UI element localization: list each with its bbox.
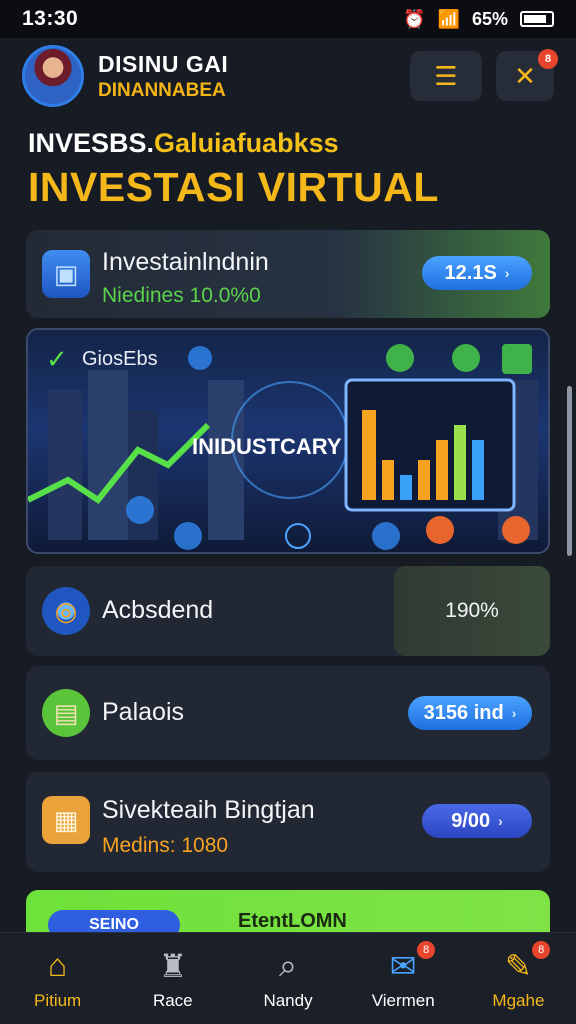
value-pill[interactable]: 3156 ind › (408, 696, 532, 730)
bell-icon: ✕ (514, 60, 536, 91)
nav-item-race[interactable]: ♜ Race (115, 933, 230, 1024)
target-icon: ◎ (42, 587, 90, 635)
chevron-right-icon: › (498, 813, 503, 829)
user-subtitle: DINANNABEA (98, 79, 226, 101)
card-value: 190% (445, 599, 499, 622)
card-title: Palaois (102, 698, 184, 726)
menu-button[interactable]: ☰ (410, 51, 482, 101)
notification-button[interactable]: ✕ 8 (496, 49, 558, 101)
nav-label: Mgahe (492, 990, 545, 1010)
profile-header: DISINU GAI DINANNABEA ☰ ✕ 8 (22, 44, 558, 108)
nav-label: Nandy (263, 990, 313, 1010)
card-title: Acbsdend (102, 596, 214, 624)
avatar[interactable] (22, 45, 84, 107)
nav-label: Race (152, 990, 193, 1010)
nav-item-home[interactable]: ⌂ Pitium (0, 933, 115, 1024)
value-panel[interactable]: 190% (394, 566, 550, 656)
card-title: Investainlndnin (102, 248, 269, 276)
chevron-right-icon: › (504, 265, 510, 281)
page-title: INVESTASI VIRTUAL (28, 164, 439, 210)
promo-text: EtentLOMN (238, 910, 347, 932)
promo-banner[interactable]: SEINO EtentLOMN (26, 890, 550, 932)
bottom-nav: ⌂ Pitium ♜ Race ⌕ Nandy ✉ 8 Viermen ✎ 8 … (0, 932, 576, 1024)
battery-icon (520, 11, 554, 27)
nav-label: Pitium (33, 990, 82, 1010)
notification-badge: 8 (538, 49, 558, 69)
value-pill[interactable]: 12.1S › (422, 256, 532, 290)
nav-badge: 8 (532, 941, 551, 959)
search-icon: ⌕ (279, 946, 297, 983)
nav-item-edit[interactable]: ✎ 8 Mgahe (461, 933, 576, 1024)
home-icon: ⌂ (47, 947, 68, 983)
user-icon: ♜ (158, 947, 188, 984)
banner-badge: GiosEbs (82, 348, 158, 370)
bingtjan-card[interactable]: ▦ Sivekteaih Bingtjan Medins: 1080 9/00 › (26, 772, 550, 872)
status-icons: ⏰ 📶 65% (403, 9, 554, 30)
nav-label: Viermen (371, 990, 435, 1010)
industry-banner[interactable]: ✓ GiosEbs INIDUSTCARY (26, 328, 550, 554)
status-time: 13:30 (22, 7, 79, 30)
list-icon: ☰ (434, 60, 458, 91)
card-title: Sivekteaih Bingtjan (102, 796, 315, 824)
battery-percent: 65% (471, 8, 508, 29)
user-info: DISINU GAI DINANNABEA (98, 51, 396, 102)
document-icon: ▤ (42, 689, 90, 737)
signal-icon: 📶 (437, 8, 460, 29)
user-name: DISINU GAI (98, 50, 229, 77)
card-meta: Niedines 10.0%0 (102, 284, 261, 307)
chevron-right-icon: › (511, 705, 517, 721)
scrollbar[interactable] (567, 386, 572, 556)
palace-card[interactable]: ▤ Palaois 3156 ind › (26, 666, 550, 760)
investment-card[interactable]: ▣ Investainlndnin Niedines 10.0%0 12.1S › (26, 230, 550, 318)
value-pill[interactable]: 9/00 › (422, 804, 532, 838)
promo-left-button[interactable]: SEINO (48, 910, 180, 932)
status-bar: 13:30 ⏰ 📶 65% (0, 0, 576, 38)
banner-label: INIDUSTCARY (192, 434, 342, 459)
nav-item-messages[interactable]: ✉ 8 Viermen (346, 933, 461, 1024)
dividend-card[interactable]: ◎ Acbsdend 190% (26, 566, 550, 656)
check-icon: ✓ (46, 344, 68, 374)
alarm-icon: ⏰ (403, 8, 426, 29)
hero-subtitle: INVESBS.Galuiafuabkss (28, 128, 339, 158)
folder-icon: ▦ (42, 796, 90, 844)
nav-item-search[interactable]: ⌕ Nandy (230, 933, 345, 1024)
card-meta: Medins: 1080 (102, 834, 229, 857)
nav-badge: 8 (417, 941, 436, 959)
cube-icon: ▣ (42, 250, 90, 298)
